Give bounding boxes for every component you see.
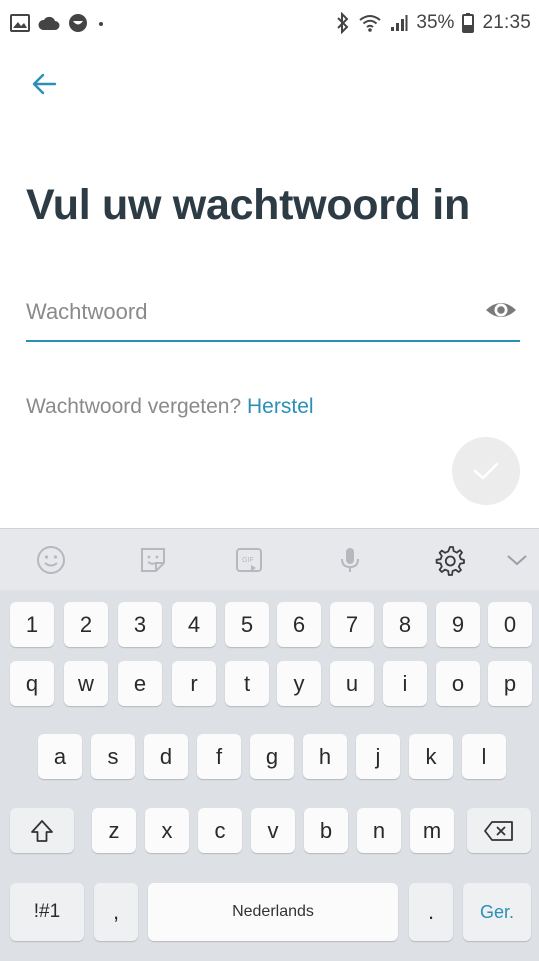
password-input[interactable] xyxy=(26,286,466,338)
bluetooth-icon xyxy=(337,12,349,34)
key-y[interactable]: y xyxy=(277,661,321,706)
clock: 21:35 xyxy=(482,12,531,33)
reset-link[interactable]: Herstel xyxy=(247,395,314,418)
key-d[interactable]: d xyxy=(144,734,188,779)
key-f[interactable]: f xyxy=(197,734,241,779)
settings-icon xyxy=(435,546,465,576)
key-9[interactable]: 9 xyxy=(436,602,480,647)
key-n[interactable]: n xyxy=(357,808,401,853)
microphone-icon xyxy=(341,548,359,572)
key-v[interactable]: v xyxy=(251,808,295,853)
sticker-icon xyxy=(141,548,165,572)
hide-keyboard-button[interactable] xyxy=(500,543,534,577)
battery-icon xyxy=(462,13,475,33)
key-t[interactable]: t xyxy=(225,661,269,706)
voice-input-button[interactable] xyxy=(333,543,367,577)
key-b[interactable]: b xyxy=(304,808,348,853)
symbols-key[interactable]: !#1 xyxy=(10,883,84,941)
go-key[interactable]: Ger. xyxy=(463,883,531,941)
password-field xyxy=(26,286,520,342)
key-o[interactable]: o xyxy=(436,661,480,706)
space-key[interactable]: Nederlands xyxy=(148,883,398,941)
key-0[interactable]: 0 xyxy=(488,602,532,647)
key-p[interactable]: p xyxy=(488,661,532,706)
period-key[interactable]: . xyxy=(409,883,453,941)
battery-percentage: 35% xyxy=(416,12,455,33)
key-c[interactable]: c xyxy=(198,808,242,853)
key-2[interactable]: 2 xyxy=(64,602,108,647)
key-7[interactable]: 7 xyxy=(330,602,374,647)
key-h[interactable]: h xyxy=(303,734,347,779)
key-g[interactable]: g xyxy=(250,734,294,779)
show-password-button[interactable] xyxy=(484,295,518,325)
forgot-password-text: Wachtwoord vergeten? xyxy=(26,395,242,418)
back-button[interactable] xyxy=(26,66,62,102)
shift-icon xyxy=(31,819,53,842)
key-q[interactable]: q xyxy=(10,661,54,706)
key-x[interactable]: x xyxy=(145,808,189,853)
key-r[interactable]: r xyxy=(172,661,216,706)
keyboard-settings-button[interactable] xyxy=(433,543,467,577)
backspace-icon xyxy=(484,820,513,841)
status-right: 35% 21:35 xyxy=(336,12,531,34)
emoji-icon xyxy=(37,546,65,574)
arrow-left-icon xyxy=(32,73,57,95)
page-title: Vul uw wachtwoord in xyxy=(26,181,470,229)
status-left xyxy=(10,13,106,33)
keyboard-toolbar: GIF xyxy=(0,528,539,590)
forgot-password-row: Wachtwoord vergeten? Herstel xyxy=(26,395,314,419)
emoji-button[interactable] xyxy=(34,543,68,577)
face-icon xyxy=(69,14,87,32)
key-a[interactable]: a xyxy=(38,734,82,779)
wifi-icon xyxy=(359,15,382,32)
signal-icon xyxy=(391,15,408,31)
backspace-key[interactable] xyxy=(467,808,531,853)
key-8[interactable]: 8 xyxy=(383,602,427,647)
dot-icon xyxy=(99,22,103,26)
key-l[interactable]: l xyxy=(462,734,506,779)
key-i[interactable]: i xyxy=(383,661,427,706)
status-bar: 35% 21:35 xyxy=(0,0,539,46)
key-1[interactable]: 1 xyxy=(10,602,54,647)
gif-icon: GIF xyxy=(236,548,262,572)
checkmark-icon xyxy=(473,462,499,480)
eye-icon xyxy=(486,303,516,317)
cloud-icon xyxy=(38,16,60,30)
key-u[interactable]: u xyxy=(330,661,374,706)
gif-button[interactable]: GIF xyxy=(232,543,266,577)
key-s[interactable]: s xyxy=(91,734,135,779)
key-5[interactable]: 5 xyxy=(225,602,269,647)
key-j[interactable]: j xyxy=(356,734,400,779)
key-e[interactable]: e xyxy=(118,661,162,706)
key-w[interactable]: w xyxy=(64,661,108,706)
key-m[interactable]: m xyxy=(410,808,454,853)
shift-key[interactable] xyxy=(10,808,74,853)
key-3[interactable]: 3 xyxy=(118,602,162,647)
key-z[interactable]: z xyxy=(92,808,136,853)
key-6[interactable]: 6 xyxy=(277,602,321,647)
comma-key[interactable]: , xyxy=(94,883,138,941)
svg-text:GIF: GIF xyxy=(242,557,254,564)
submit-button[interactable] xyxy=(452,437,520,505)
key-k[interactable]: k xyxy=(409,734,453,779)
on-screen-keyboard: GIF 1 2 3 4 5 6 7 8 9 0 q w e r t y u i … xyxy=(0,528,539,961)
key-4[interactable]: 4 xyxy=(172,602,216,647)
sticker-button[interactable] xyxy=(136,543,170,577)
chevron-down-icon xyxy=(507,555,527,566)
gallery-icon xyxy=(10,14,30,32)
